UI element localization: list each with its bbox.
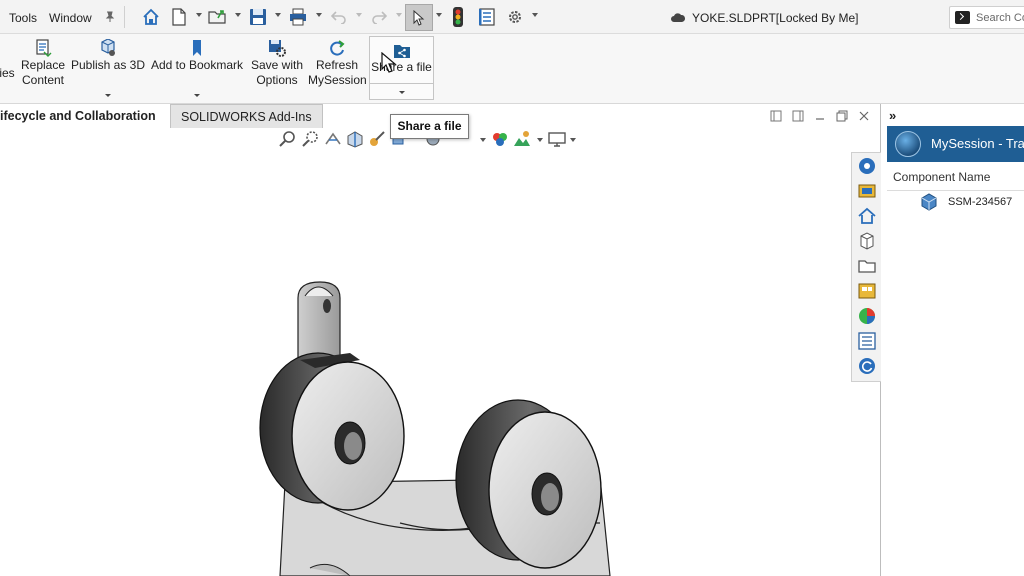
options-gear-icon[interactable] xyxy=(506,6,524,28)
save-with-options-label: Save with Options xyxy=(250,58,304,87)
view-palette-icon[interactable] xyxy=(857,281,877,301)
refresh-mysession-label: Refresh MySession xyxy=(308,58,367,87)
hide-show-dropdown-caret[interactable] xyxy=(480,138,486,142)
zoom-to-area-icon[interactable] xyxy=(302,130,320,148)
refresh-icon xyxy=(330,40,345,56)
task-pane-tab-strip xyxy=(851,152,881,382)
select-button[interactable] xyxy=(405,4,433,31)
scene-dropdown-caret[interactable] xyxy=(537,138,543,142)
tile-right-icon[interactable] xyxy=(792,110,804,122)
separator xyxy=(124,6,125,28)
add-to-bookmark-button[interactable]: Add to Bookmark xyxy=(148,34,246,104)
pane-header: MySession - Tra xyxy=(887,126,1024,162)
cloud-icon xyxy=(669,6,687,28)
file-properties-icon[interactable] xyxy=(478,6,496,28)
options-dropdown-caret[interactable] xyxy=(532,13,538,17)
previous-view-icon[interactable] xyxy=(324,130,342,148)
title-bar: Tools Window YOKE.SLDPRT[Locked By Me] S… xyxy=(0,0,1024,34)
save-options-icon xyxy=(269,40,286,57)
refresh-session-icon[interactable] xyxy=(857,356,877,376)
menu-tools[interactable]: Tools xyxy=(9,11,37,25)
file-explorer-icon[interactable] xyxy=(857,256,877,276)
save-dropdown-caret[interactable] xyxy=(275,13,281,17)
dynamic-annotation-icon[interactable] xyxy=(368,130,386,148)
custom-properties-icon[interactable] xyxy=(857,331,877,351)
menu-window[interactable]: Window xyxy=(49,11,92,25)
solidworks-resources-icon[interactable] xyxy=(857,156,877,176)
undo-dropdown-caret[interactable] xyxy=(356,13,362,17)
bookmark-dropdown-caret[interactable] xyxy=(194,94,200,97)
edit-appearance-icon[interactable] xyxy=(491,130,509,148)
tree-item-component[interactable]: SSM-234567 xyxy=(948,196,1012,208)
share-a-file-label: Share a file xyxy=(371,60,432,74)
document-title: YOKE.SLDPRT[Locked By Me] xyxy=(692,11,859,25)
part-icon[interactable] xyxy=(857,231,877,251)
replace-content-label: Replace Content xyxy=(20,58,66,87)
share-split-divider xyxy=(370,83,433,84)
print-icon[interactable] xyxy=(288,6,308,28)
select-dropdown-caret[interactable] xyxy=(436,13,442,17)
column-header-component-name[interactable]: Component Name xyxy=(893,170,990,184)
yoke-3d-model[interactable] xyxy=(0,128,880,576)
view-settings-dropdown-caret[interactable] xyxy=(570,138,576,142)
print-dropdown-caret[interactable] xyxy=(316,13,322,17)
save-icon[interactable] xyxy=(248,6,268,28)
undo-icon[interactable] xyxy=(330,6,348,28)
publish-as-3d-button[interactable]: Publish as 3D xyxy=(70,34,146,104)
part-component-icon xyxy=(921,193,937,211)
home-icon[interactable] xyxy=(857,206,877,226)
tab-lifecycle-collaboration[interactable]: ifecycle and Collaboration xyxy=(0,104,166,128)
collapse-pane-button[interactable]: » xyxy=(889,108,896,123)
appearances-icon[interactable] xyxy=(857,306,877,326)
restore-icon[interactable] xyxy=(836,110,848,122)
publish-as-3d-label: Publish as 3D xyxy=(70,58,146,72)
mysession-task-pane: » MySession - Tra Component Name SSM-234… xyxy=(881,104,1024,576)
redo-dropdown-caret[interactable] xyxy=(396,13,402,17)
new-document-icon[interactable] xyxy=(170,6,188,28)
pin-icon[interactable] xyxy=(103,6,117,28)
section-view-icon[interactable] xyxy=(346,130,364,148)
mouse-cursor-icon xyxy=(381,52,397,73)
refresh-mysession-button[interactable]: Refresh MySession xyxy=(308,34,367,104)
command-prompt-icon xyxy=(955,11,970,24)
publish-dropdown-caret[interactable] xyxy=(105,94,111,97)
new-dropdown-caret[interactable] xyxy=(196,13,202,17)
close-icon[interactable] xyxy=(858,110,870,122)
bookmark-icon xyxy=(193,40,201,56)
open-dropdown-caret[interactable] xyxy=(235,13,241,17)
traffic-light-icon[interactable] xyxy=(451,6,465,28)
search-box[interactable]: Search Co xyxy=(949,6,1024,29)
open-folder-icon[interactable] xyxy=(207,6,229,28)
share-a-file-button[interactable]: Share a file xyxy=(369,36,434,100)
minimize-icon[interactable] xyxy=(814,110,826,122)
replace-content-button[interactable]: Replace Content xyxy=(18,34,68,104)
design-library-icon[interactable] xyxy=(857,181,877,201)
share-dropdown-caret[interactable] xyxy=(398,91,405,94)
search-input[interactable]: Search Co xyxy=(976,12,1024,24)
ribbon-clipped-label: ies xyxy=(0,66,15,80)
redo-icon[interactable] xyxy=(370,6,388,28)
pane-title: MySession - Tra xyxy=(931,136,1024,151)
column-divider xyxy=(887,190,1024,191)
graphics-area[interactable] xyxy=(0,128,880,576)
add-to-bookmark-label: Add to Bookmark xyxy=(150,58,244,72)
ribbon-clipped-button[interactable]: ies xyxy=(0,34,17,104)
replace-content-icon xyxy=(36,39,52,57)
apply-scene-icon[interactable] xyxy=(513,130,531,148)
share-a-file-tooltip: Share a file xyxy=(390,114,469,139)
publish-3d-icon xyxy=(101,39,115,56)
view-settings-icon[interactable] xyxy=(548,130,566,148)
mysession-logo-icon xyxy=(895,131,921,157)
command-manager-ribbon: ies Replace Content Publish as 3D Add to… xyxy=(0,34,1024,104)
tab-solidworks-addins[interactable]: SOLIDWORKS Add-Ins xyxy=(170,104,323,128)
select-cursor-icon xyxy=(413,10,425,26)
home-icon[interactable] xyxy=(141,6,161,28)
save-with-options-button[interactable]: Save with Options xyxy=(249,34,305,104)
zoom-to-fit-icon[interactable] xyxy=(279,130,297,148)
tile-left-icon[interactable] xyxy=(770,110,782,122)
solidworks-window: Tools Window YOKE.SLDPRT[Locked By Me] S… xyxy=(0,0,1024,576)
